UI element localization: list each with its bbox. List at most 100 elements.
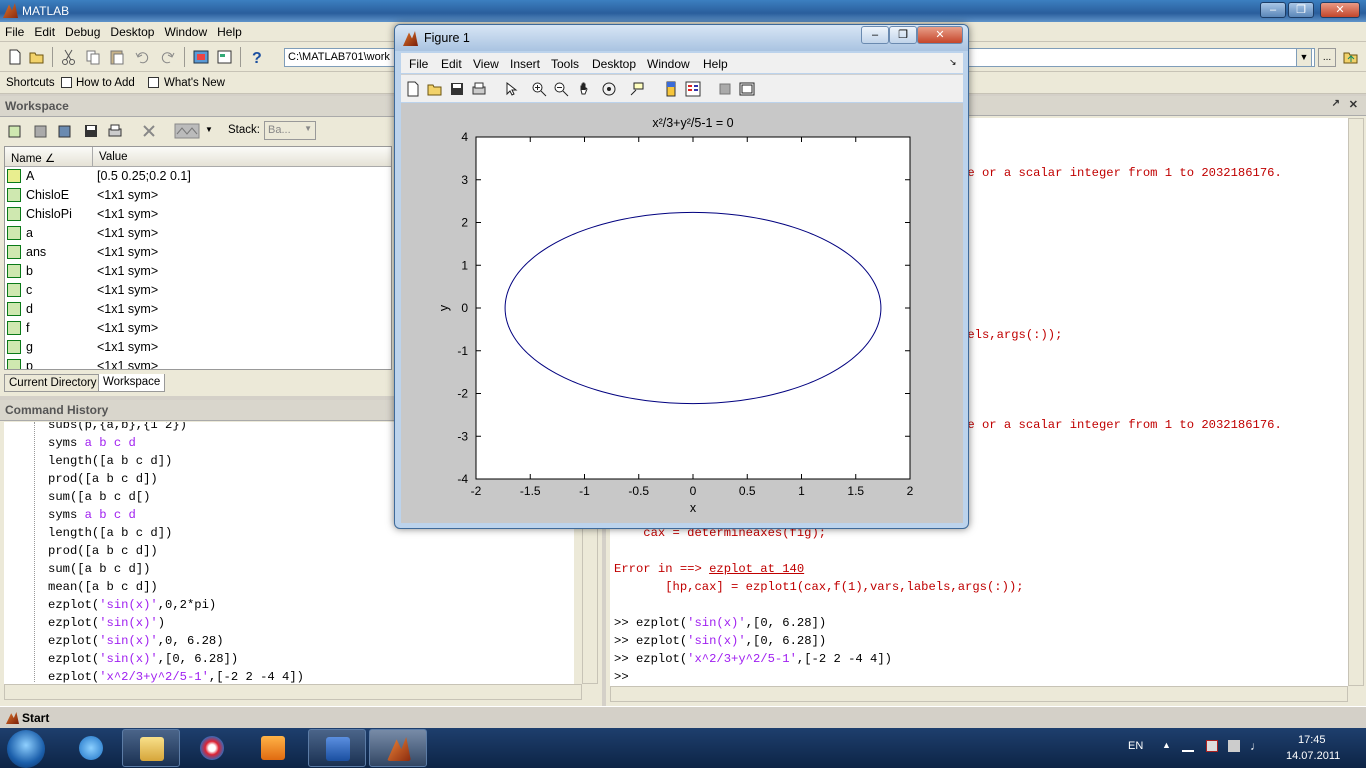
history-entry[interactable]: sum([a b c d[)	[48, 490, 150, 504]
history-entry[interactable]: ezplot('x^2/3+y^2/5-1',[-2 2 -4 4])	[48, 670, 304, 684]
how-to-add-link[interactable]: How to Add	[76, 77, 135, 89]
zoom-out-icon[interactable]	[553, 81, 569, 97]
tab-workspace[interactable]: Workspace	[98, 374, 166, 392]
tray-arrow-icon[interactable]: ▲	[1162, 740, 1171, 750]
guide-icon[interactable]	[216, 48, 234, 66]
error-link[interactable]: ezplot at 140	[709, 562, 804, 576]
history-entry[interactable]: ezplot('sin(x)',0, 6.28)	[48, 634, 224, 648]
workspace-row[interactable]: d <1x1 sym>	[5, 300, 391, 319]
history-entry[interactable]: ezplot('sin(x)',0,2*pi)	[48, 598, 216, 612]
action-center-icon[interactable]	[1228, 740, 1240, 752]
workspace-row[interactable]: ChisloPi <1x1 sym>	[5, 205, 391, 224]
figure-minimize-button[interactable]: –	[861, 26, 889, 44]
command-prompt[interactable]: >>	[614, 670, 629, 684]
fig-menu-view[interactable]: View	[473, 57, 499, 71]
data-cursor-icon[interactable]	[629, 81, 645, 97]
minimize-button[interactable]: –	[1260, 2, 1286, 18]
fig-menu-edit[interactable]: Edit	[441, 57, 462, 71]
current-directory-field-right[interactable]	[965, 48, 1315, 67]
windows-start-orb[interactable]	[7, 730, 45, 768]
volume-icon[interactable]: ♩	[1250, 739, 1262, 753]
new-variable-icon[interactable]	[6, 122, 24, 140]
help-icon[interactable]: ?	[248, 48, 266, 66]
menu-help[interactable]: Help	[212, 22, 247, 42]
taskbar-ie[interactable]	[62, 729, 120, 767]
menu-window[interactable]: Window	[159, 22, 212, 42]
print-icon[interactable]	[106, 122, 124, 140]
pan-hand-icon[interactable]	[577, 81, 593, 97]
taskbar-word[interactable]	[308, 729, 366, 767]
network-icon[interactable]	[1206, 740, 1218, 752]
history-entry[interactable]: mean([a b c d])	[48, 580, 158, 594]
up-folder-icon[interactable]	[1342, 48, 1360, 66]
taskbar-app[interactable]	[183, 729, 241, 767]
plot-dropdown-icon[interactable]: ▼	[205, 125, 213, 134]
zoom-in-icon[interactable]	[531, 81, 547, 97]
history-entry[interactable]: sum([a b c d])	[48, 562, 150, 576]
open-file-icon[interactable]	[427, 81, 443, 97]
workspace-row[interactable]: c <1x1 sym>	[5, 281, 391, 300]
close-button[interactable]: ✕	[1320, 2, 1360, 18]
fig-menu-file[interactable]: File	[409, 57, 428, 71]
taskbar-explorer[interactable]	[122, 729, 180, 767]
stack-select[interactable]: Ba... ▼	[264, 121, 316, 140]
history-entry[interactable]: syms a b c d	[48, 436, 136, 450]
start-button[interactable]: Start	[2, 709, 52, 727]
clock-date[interactable]: 14.07.2011	[1286, 750, 1340, 762]
command-window-vertical-scrollbar[interactable]	[1348, 118, 1364, 686]
save-workspace-icon[interactable]	[82, 122, 100, 140]
history-entry[interactable]: length([a b c d])	[48, 454, 172, 468]
open-variable-icon[interactable]	[32, 122, 50, 140]
fig-menu-desktop[interactable]: Desktop	[592, 57, 636, 71]
show-plot-tools-icon[interactable]	[739, 81, 755, 97]
history-entry[interactable]: syms a b c d	[48, 508, 136, 522]
workspace-row[interactable]: ans <1x1 sym>	[5, 243, 391, 262]
taskbar-media[interactable]	[244, 729, 302, 767]
paste-icon[interactable]	[108, 48, 126, 66]
figure-close-button[interactable]: ✕	[917, 26, 963, 44]
cut-icon[interactable]	[60, 48, 78, 66]
colorbar-icon[interactable]	[663, 81, 679, 97]
menu-debug[interactable]: Debug	[60, 22, 105, 42]
figure-maximize-button[interactable]: ❐	[889, 26, 917, 44]
history-entry[interactable]: prod([a b c d])	[48, 472, 158, 486]
browse-folder-button[interactable]: ...	[1318, 48, 1336, 67]
edit-plot-arrow-icon[interactable]	[503, 81, 519, 97]
undock-icon[interactable]: ↗	[1332, 98, 1340, 109]
plot-selection-icon[interactable]	[174, 122, 202, 140]
menu-edit[interactable]: Edit	[29, 22, 60, 42]
open-folder-icon[interactable]	[28, 48, 46, 66]
value-column-header[interactable]: Value	[93, 147, 391, 167]
copy-icon[interactable]	[84, 48, 102, 66]
history-entry[interactable]: prod([a b c d])	[48, 544, 158, 558]
new-figure-icon[interactable]	[405, 81, 421, 97]
workspace-row[interactable]: b <1x1 sym>	[5, 262, 391, 281]
directory-dropdown-button[interactable]: ▼	[1296, 48, 1312, 67]
save-figure-icon[interactable]	[449, 81, 465, 97]
taskbar-matlab[interactable]	[369, 729, 427, 767]
menu-file[interactable]: File	[0, 22, 29, 42]
print-figure-icon[interactable]	[471, 81, 487, 97]
hide-plot-tools-icon[interactable]	[717, 81, 733, 97]
workspace-row[interactable]: g <1x1 sym>	[5, 338, 391, 357]
history-entry[interactable]: ezplot('sin(x)')	[48, 616, 165, 630]
workspace-row[interactable]: ChisloE <1x1 sym>	[5, 186, 391, 205]
menu-desktop[interactable]: Desktop	[105, 22, 159, 42]
legend-icon[interactable]	[685, 81, 701, 97]
fig-menu-window[interactable]: Window	[647, 57, 690, 71]
current-directory-input[interactable]: C:\MATLAB701\work	[284, 48, 396, 67]
language-indicator[interactable]: EN	[1128, 740, 1143, 752]
fig-menu-help[interactable]: Help	[703, 57, 728, 71]
delete-variable-icon[interactable]	[140, 122, 158, 140]
workspace-row[interactable]: f <1x1 sym>	[5, 319, 391, 338]
new-file-icon[interactable]	[6, 48, 24, 66]
whats-new-link[interactable]: What's New	[164, 77, 225, 89]
history-entry[interactable]: length([a b c d])	[48, 526, 172, 540]
simulink-icon[interactable]	[192, 48, 210, 66]
workspace-row[interactable]: a <1x1 sym>	[5, 224, 391, 243]
close-panel-icon[interactable]: ✕	[1349, 98, 1358, 111]
workspace-row[interactable]: A [0.5 0.25;0.2 0.1]	[5, 167, 391, 186]
history-entry[interactable]: subs(p,{a,b},{1 2})	[48, 422, 187, 432]
undo-icon[interactable]	[134, 48, 152, 66]
workspace-row[interactable]: p <1x1 sym>	[5, 357, 391, 369]
